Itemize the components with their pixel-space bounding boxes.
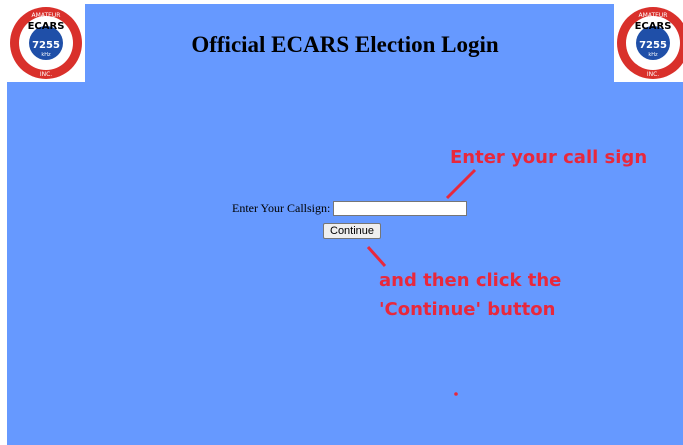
arrow-to-input — [445, 168, 477, 200]
annotation-continue: and then click the 'Continue' button — [379, 266, 561, 324]
stray-dot — [454, 392, 458, 396]
annotation-call-sign: Enter your call sign — [450, 147, 648, 168]
annotation-continue-line2: 'Continue' button — [379, 299, 556, 320]
login-page: AMATEUR ECARS 7255 kHz INC. Official ECA… — [7, 4, 683, 445]
arrow-to-button — [366, 245, 387, 268]
annotation-arrows — [366, 168, 477, 396]
annotation-continue-line1: and then click the — [379, 270, 562, 291]
